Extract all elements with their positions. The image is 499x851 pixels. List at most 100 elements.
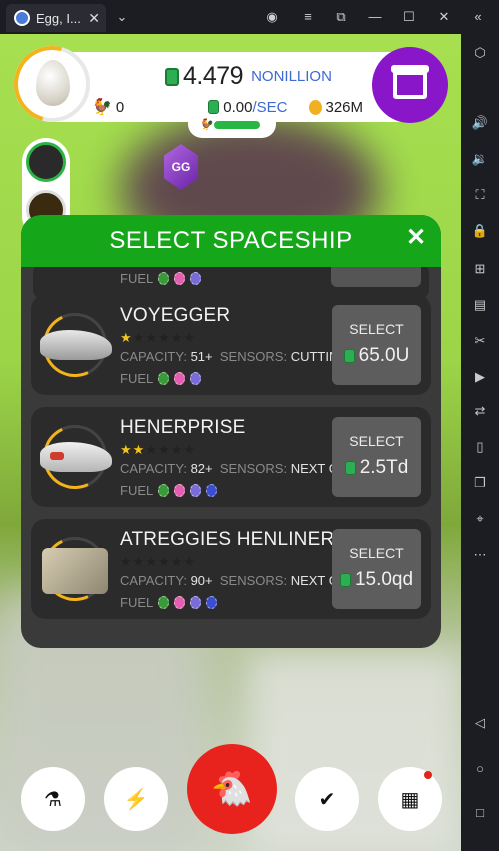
boost-button[interactable]: ⚡ [104, 767, 168, 831]
money-amount: 4.479 [183, 62, 244, 90]
capacity-value: 90+ [190, 573, 213, 588]
ship-price: 2.5Td [359, 457, 409, 478]
select-button[interactable]: SELECT 2.5Td [332, 417, 421, 497]
menu-icon[interactable]: ≡ [300, 9, 316, 25]
tab-title: Egg, I... [36, 10, 81, 26]
earning-rate: 0.00 [223, 98, 253, 116]
phone-icon[interactable]: ▯ [471, 438, 489, 456]
emulator-sidebar: ⬡ 🔊 🔉 ⛶ 🔒 ⊞ ▤ ✂ ▶ ⇄ ▯ ❐ ⌖ ⋯ ◁ ○ □ [461, 34, 499, 851]
app-icon [14, 10, 30, 26]
record-icon[interactable]: ▶ [471, 368, 489, 386]
star-icon: ★ [183, 442, 195, 457]
fuel-egg-icon [158, 272, 170, 285]
layers-icon[interactable]: ❐ [471, 474, 489, 492]
lock-icon[interactable]: 🔒 [471, 222, 489, 240]
select-button[interactable]: SELECT 65.0U [332, 305, 421, 385]
cash-icon [165, 67, 179, 86]
settings-hex-icon[interactable]: ⬡ [471, 44, 489, 62]
star-rating: ★ ★ ★ ★ ★ ★ [120, 554, 195, 570]
fuel-egg-icon [190, 484, 202, 497]
chicken-count: 0 [115, 98, 125, 116]
select-button[interactable]: SELECT 15.0qd [332, 529, 421, 609]
volume-up-icon[interactable]: 🔊 [471, 114, 489, 132]
egg-icon [36, 60, 70, 106]
fuel-label: FUEL [120, 483, 154, 498]
fullscreen-icon[interactable]: ⛶ [471, 186, 489, 204]
fuel-row: FUEL [120, 595, 218, 610]
select-button[interactable] [331, 267, 421, 287]
star-icon: ★ [120, 330, 132, 345]
recents-icon[interactable]: □ [471, 804, 489, 822]
star-icon: ★ [145, 330, 157, 345]
select-spaceship-modal: SELECT SPACESHIP ✕ FUEL VOYEGGER ★ ★ ★ ★… [21, 215, 441, 648]
close-icon[interactable]: ✕ [405, 226, 427, 250]
back-icon[interactable]: ◁ [471, 714, 489, 732]
volume-down-icon[interactable]: 🔉 [471, 150, 489, 168]
fuel-egg-icon [174, 596, 186, 609]
star-icon: ★ [132, 330, 145, 345]
menu-grid-button[interactable]: ▦ [378, 767, 442, 831]
maximize-icon[interactable]: ☐ [401, 9, 417, 25]
cash-icon [343, 349, 355, 363]
star-icon: ★ [120, 554, 132, 569]
chevron-down-icon[interactable]: ⌄ [114, 9, 130, 25]
ship-price: 15.0qd [354, 569, 414, 590]
shop-button[interactable] [372, 47, 448, 123]
ship-name: VOYEGGER [120, 305, 231, 326]
home-icon[interactable]: ○ [471, 760, 489, 778]
notification-dot [424, 771, 432, 779]
ship-image-frame [33, 415, 117, 499]
fuel-egg-icon [190, 372, 202, 385]
star-icon: ★ [170, 330, 183, 345]
location-icon[interactable]: ⌖ [471, 510, 489, 528]
scissors-icon[interactable]: ✂ [471, 332, 489, 350]
money-display: 4.479 NONILLION [165, 62, 332, 91]
ship-image-frame [33, 303, 117, 387]
fuel-egg-icon [206, 484, 218, 497]
research-button[interactable]: ⚗ [21, 767, 85, 831]
egg-slot-button[interactable] [26, 142, 66, 182]
fuel-egg-icon [174, 272, 186, 285]
fuel-label: FUEL [120, 595, 154, 610]
earning-rate-unit: /SEC [252, 98, 288, 116]
star-icon: ★ [157, 554, 170, 569]
star-icon: ★ [183, 554, 195, 569]
hatch-chicken-button[interactable]: 🐔 [187, 744, 277, 834]
spaceship-list[interactable]: FUEL VOYEGGER ★★★★★★ CAPACITY: 51+ [21, 267, 441, 648]
checkmark-icon: ✔ [318, 788, 336, 811]
capacity-value: 82+ [190, 461, 213, 476]
golden-egg-icon [309, 99, 323, 115]
spaceship-image [42, 548, 108, 594]
ship-image-frame [33, 527, 117, 611]
chicken-icon: 🐔 [210, 770, 254, 808]
collapse-sidebar-icon[interactable]: « [470, 9, 486, 25]
minimize-icon[interactable]: — [367, 9, 383, 25]
spaceship-card: ATREGGIES HENLINER ★ ★ ★ ★ ★ ★ CAPACITY: 90+ … [31, 519, 431, 619]
hab-capacity-indicator[interactable]: 🐓 [188, 114, 276, 138]
fuel-egg-icon [190, 596, 202, 609]
lightning-icon: ⚡ [123, 788, 149, 811]
account-icon[interactable]: ◉ [264, 9, 280, 25]
browser-tab[interactable]: Egg, I... ✕ [6, 4, 106, 32]
apk-icon[interactable]: ▤ [471, 296, 489, 314]
sync-icon[interactable]: ⇄ [471, 402, 489, 420]
cash-icon [208, 100, 220, 114]
star-rating: ★ ★ ★ ★ ★ ★ [120, 442, 195, 458]
close-icon[interactable]: ✕ [436, 9, 452, 25]
more-icon[interactable]: ⋯ [471, 546, 489, 564]
golden-egg-count: 326M [325, 98, 364, 116]
modal-header: SELECT SPACESHIP ✕ [21, 215, 441, 267]
add-icon[interactable]: ⊞ [471, 260, 489, 278]
fuel-row: FUEL [120, 271, 202, 286]
current-egg-button[interactable] [0, 34, 104, 136]
missions-button[interactable]: ✔ [295, 767, 359, 831]
flask-icon: ⚗ [44, 788, 62, 811]
chicken-icon: 🐓 [92, 99, 112, 116]
star-icon: ★ [170, 554, 183, 569]
title-bar: Egg, I... ✕ ⌄ ◉ ≡ ⧉ — ☐ ✕ « [0, 0, 499, 34]
external-link-icon[interactable]: ⧉ [333, 9, 349, 25]
star-icon: ★ [145, 442, 157, 457]
star-icon: ★ [157, 330, 170, 345]
tab-close-icon[interactable]: ✕ [88, 10, 100, 27]
fuel-egg-icon [206, 596, 218, 609]
